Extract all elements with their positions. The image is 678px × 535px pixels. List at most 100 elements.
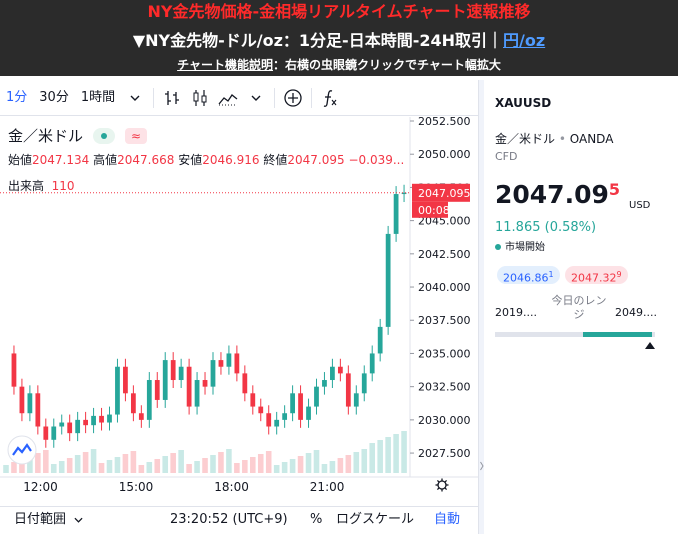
volume-label: 出来高 (8, 179, 45, 193)
side-symbol[interactable]: XAUUSD (495, 96, 551, 110)
volume-bar (257, 454, 264, 473)
banner-subtitle-text: ▼NY金先物-ドル/oz：1分足-日本時間-24H取引｜ (132, 31, 503, 50)
volume-bar (90, 449, 97, 473)
candle-body (99, 415, 104, 423)
gear-icon-tooth (436, 479, 440, 483)
bid-main: 2046.86 (503, 271, 549, 285)
volume-value: 110 (51, 179, 75, 193)
candle-body (353, 393, 359, 407)
volume-bar (186, 464, 192, 473)
function-icon[interactable] (316, 80, 344, 116)
chart-bottom-bar: 日付範囲 23:20:52 (UTC+9) % ログスケール 自動 (0, 506, 478, 534)
candle-body (154, 380, 160, 400)
volume-bar (106, 460, 113, 473)
clock-display[interactable]: 23:20:52 (UTC+9) (170, 507, 288, 535)
candle-body (170, 360, 176, 381)
close-label: 終値 (263, 153, 288, 167)
volume-bar (337, 458, 344, 473)
volume-bar (154, 459, 161, 473)
side-exchange: OANDA (569, 132, 614, 146)
volume-bar (281, 462, 288, 473)
candle-body (393, 194, 399, 234)
countdown-badge-label: 00:08 (418, 204, 450, 217)
gear-icon-tooth (444, 487, 448, 491)
volume-bar (273, 465, 280, 473)
candle-body (202, 380, 208, 387)
area-chart-icon[interactable] (214, 80, 242, 116)
volume-bar (305, 453, 312, 473)
candle-body (146, 380, 152, 420)
price-tick-label: 2050.000 (418, 148, 471, 161)
candle-body (107, 414, 112, 423)
banner-note-text: ：右横の虫眼鏡クリックでチャート幅拡大 (273, 58, 501, 72)
yen-per-oz-link[interactable]: 円/oz (503, 31, 545, 50)
bid-badge[interactable]: 2046.861 (497, 266, 560, 285)
volume-bar (170, 453, 176, 473)
candle-body (83, 419, 88, 426)
volume-bar (202, 458, 208, 473)
date-range-label: 日付範囲 (14, 512, 67, 527)
candlestick-icon[interactable] (186, 80, 214, 116)
high-label: 高値 (93, 153, 118, 167)
candle-body (274, 419, 280, 427)
volume-bar (3, 465, 9, 473)
candle-body (330, 366, 335, 381)
open-value: 2047.134 (32, 153, 90, 167)
chevron-down-icon[interactable] (121, 80, 149, 116)
date-range-button[interactable]: 日付範囲 (14, 507, 83, 535)
interval-1h-button[interactable]: 1時間 (75, 80, 121, 116)
price-chart[interactable]: 2052.5002050.0002047.5002045.0002042.500… (0, 115, 478, 497)
market-open-dot-icon (93, 127, 116, 144)
volume-bar (297, 456, 304, 473)
time-tick-label: 15:00 (119, 480, 154, 494)
volume-bar (393, 434, 399, 473)
auto-scale-toggle[interactable]: 自動 (434, 507, 460, 535)
price-chart-svg[interactable]: 2052.5002050.0002047.5002045.0002042.500… (0, 115, 478, 497)
volume-bar (385, 437, 391, 473)
interval-1m-button[interactable]: 1分 (0, 80, 33, 116)
volume-bar (130, 451, 137, 473)
volume-legend: 出来高 110 (8, 177, 75, 194)
candle-body (337, 366, 343, 374)
candle-body (210, 360, 216, 387)
candle-body (234, 353, 240, 374)
bar-chart-icon[interactable] (158, 80, 186, 116)
candle-body (345, 373, 351, 407)
price-tick-label: 2032.500 (418, 381, 471, 394)
percent-toggle[interactable]: % (310, 507, 322, 535)
candle-body (130, 393, 136, 414)
gear-icon (437, 480, 447, 490)
candle-body (314, 386, 319, 407)
chart-help-link[interactable]: チャート機能説明 (177, 58, 273, 72)
candle-body (178, 366, 184, 381)
candle-body (361, 373, 367, 394)
candle-body (27, 393, 33, 414)
volume-bar (11, 462, 17, 473)
volume-bar (289, 459, 296, 473)
interval-30m-button[interactable]: 30分 (33, 80, 75, 116)
volume-bar (361, 449, 368, 473)
chevron-down-icon (74, 517, 83, 523)
chevron-down-icon[interactable] (242, 80, 270, 116)
legend-symbol[interactable]: 金／米ドル (8, 125, 83, 146)
range-track (495, 332, 655, 337)
range-fill (583, 332, 652, 337)
candle-body (194, 380, 200, 407)
change-value: −0.039... (348, 153, 405, 167)
candle-body (59, 422, 65, 427)
ask-badge[interactable]: 2047.329 (565, 266, 628, 285)
add-indicator-icon[interactable] (279, 80, 307, 116)
log-scale-toggle[interactable]: ログスケール (336, 507, 414, 535)
panel-resizer[interactable] (478, 80, 484, 534)
candle-body (19, 386, 25, 414)
candle-body (298, 393, 303, 420)
candle-body (242, 373, 248, 394)
volume-bar (50, 464, 57, 473)
price-tick-label: 2052.500 (418, 117, 471, 128)
candle-body (226, 353, 232, 367)
low-value: 2046.916 (202, 153, 260, 167)
side-change: 11.865 (0.58%) (495, 220, 597, 235)
low-label: 安値 (178, 153, 203, 167)
gear-icon-tooth (444, 479, 448, 483)
candle-body (75, 419, 81, 434)
